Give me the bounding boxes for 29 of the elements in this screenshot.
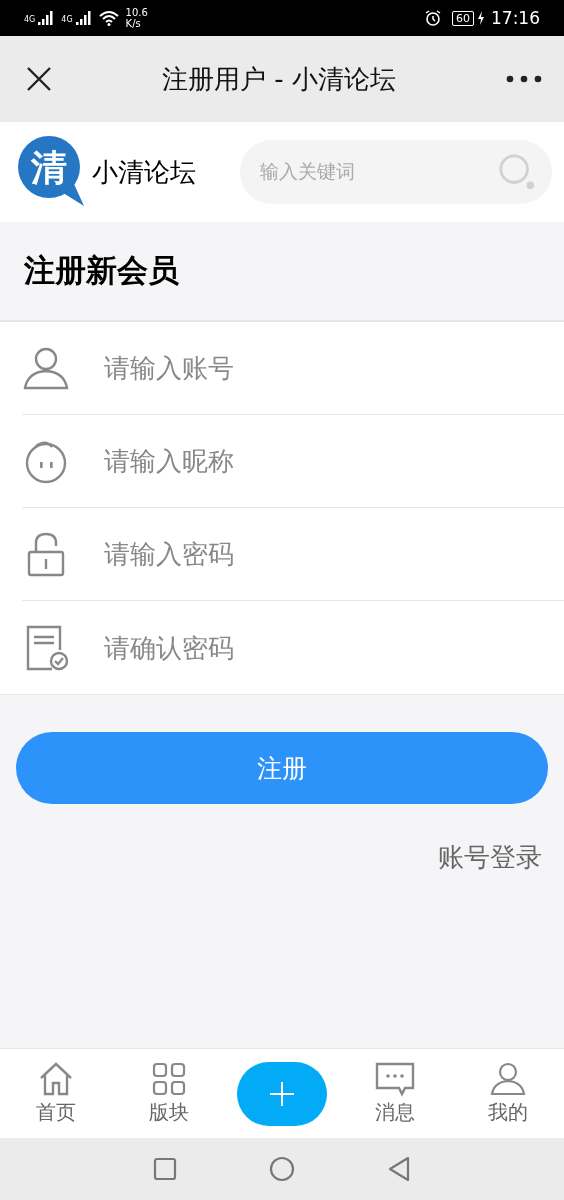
person-icon: [489, 1061, 526, 1097]
network-label: 4G: [24, 15, 36, 24]
signal-icon: [38, 11, 55, 25]
grid-icon: [151, 1061, 188, 1097]
network-label: 4G: [61, 15, 73, 24]
tab-item[interactable]: 首页: [36, 1061, 77, 1126]
speed-value: 10.6: [125, 7, 148, 18]
site-name: 小清论坛: [92, 155, 196, 189]
register-button[interactable]: 注册: [16, 732, 548, 804]
clock: 17:16: [491, 8, 540, 28]
search-field[interactable]: 输入关键词: [258, 160, 498, 184]
search-bar[interactable]: 输入关键词: [240, 140, 552, 204]
input-field[interactable]: 请输入昵称: [102, 430, 564, 492]
wifi-icon: [98, 10, 119, 26]
tab-item[interactable]: 消息: [374, 1061, 415, 1126]
tab-item[interactable]: 我的: [487, 1061, 528, 1126]
signal-icon: [75, 11, 92, 25]
charging-icon: [477, 11, 485, 25]
battery-level: 60: [452, 10, 474, 26]
input-field[interactable]: 请输入账号: [102, 337, 564, 399]
chat-bubble-icon: [374, 1061, 415, 1097]
speed-unit: K/s: [125, 18, 142, 29]
plus-icon: [269, 1080, 295, 1107]
input-field[interactable]: 请输入密码: [102, 523, 564, 585]
input-field[interactable]: 请确认密码: [102, 616, 564, 679]
window-title: 注册用户 - 小清论坛: [162, 62, 396, 96]
login-link[interactable]: 账号登录: [438, 840, 542, 875]
tab-item[interactable]: 版块: [149, 1061, 190, 1126]
alarm-icon: [425, 10, 441, 26]
